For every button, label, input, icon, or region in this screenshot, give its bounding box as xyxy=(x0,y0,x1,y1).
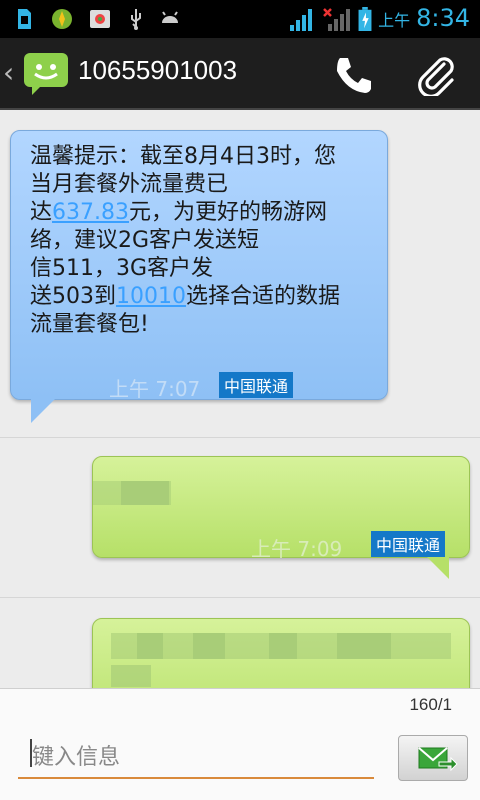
status-bar: 上午 8:34 xyxy=(0,0,480,38)
message-time: 上午 7:07 xyxy=(109,377,201,401)
input-placeholder: 键入信息 xyxy=(32,745,121,770)
message-link[interactable]: 637.83 xyxy=(52,200,129,225)
message-span: 当月套餐外流量费已 xyxy=(30,172,229,197)
redacted-text xyxy=(137,633,163,659)
message-span: 络，建议2G客户发送短 xyxy=(30,228,260,253)
message-span: 元，为更好的畅游网 xyxy=(129,200,328,225)
redacted-text xyxy=(193,633,225,659)
message-span: 送503到 xyxy=(30,284,116,309)
compose-bar: 160/1 键入信息 xyxy=(0,688,480,800)
message-span: 信511，3G客户发 xyxy=(30,256,214,281)
message-span: 温馨提示：截至8月4日3时，您 xyxy=(30,144,336,169)
message-line: 送503到10010选择合适的数据 xyxy=(30,283,375,311)
carrier-badge: 中国联通 xyxy=(371,531,446,557)
action-bar: ‹ 10655901003 xyxy=(0,38,480,110)
phone-icon[interactable] xyxy=(330,52,374,96)
message-time: 上午 7:09 xyxy=(251,537,343,561)
message-line: 信511，3G客户发 xyxy=(30,255,375,283)
message-line: 当月套餐外流量费已 xyxy=(30,171,375,199)
signal-icon xyxy=(290,9,316,31)
attach-icon[interactable] xyxy=(414,52,458,96)
message-span: 达 xyxy=(30,200,53,225)
messaging-app-icon[interactable] xyxy=(22,49,70,97)
message-span: 流量套餐包! xyxy=(30,312,149,337)
send-button[interactable] xyxy=(398,735,468,781)
divider xyxy=(0,597,480,598)
send-envelope-icon xyxy=(418,747,458,772)
message-link[interactable]: 10010 xyxy=(116,284,186,309)
outgoing-message-bubble[interactable]: 上午 7:09 中国联通 xyxy=(92,456,470,579)
battery-icon xyxy=(358,7,372,31)
android-icon xyxy=(162,11,178,23)
message-line: 达637.83元，为更好的畅游网 xyxy=(30,199,375,227)
redacted-text xyxy=(337,633,391,659)
outgoing-message-bubble[interactable] xyxy=(92,618,470,688)
conversation-list[interactable]: 温馨提示：截至8月4日3时，您 当月套餐外流量费已 达637.83元，为更好的畅游网… xyxy=(0,110,480,688)
message-line: 温馨提示：截至8月4日3时，您 xyxy=(30,143,375,171)
sim-icon xyxy=(18,9,31,29)
message-span: 选择合适的数据 xyxy=(186,284,341,309)
divider xyxy=(0,437,480,438)
carrier-badge: 中国联通 xyxy=(219,372,294,398)
char-counter: 160/1 xyxy=(409,695,452,714)
gallery-icon xyxy=(90,10,110,28)
message-text: 温馨提示：截至8月4日3时，您 当月套餐外流量费已 达637.83元，为更好的畅游网… xyxy=(30,143,375,339)
message-line: 流量套餐包! xyxy=(30,311,375,339)
message-input[interactable]: 键入信息 xyxy=(18,733,374,779)
redacted-text xyxy=(269,633,297,659)
clock: 上午 8:34 xyxy=(378,4,470,32)
redacted-text xyxy=(121,481,169,505)
no-signal-icon xyxy=(323,8,350,31)
incoming-message-bubble[interactable]: 温馨提示：截至8月4日3时，您 当月套餐外流量费已 达637.83元，为更好的畅游网… xyxy=(10,130,388,423)
back-chevron-icon[interactable]: ‹ xyxy=(3,56,14,89)
contact-title: 10655901003 xyxy=(78,55,238,85)
redacted-text xyxy=(111,665,151,687)
usb-icon xyxy=(131,9,141,30)
app-icon xyxy=(52,9,72,29)
message-line: 络，建议2G客户发送短 xyxy=(30,227,375,255)
